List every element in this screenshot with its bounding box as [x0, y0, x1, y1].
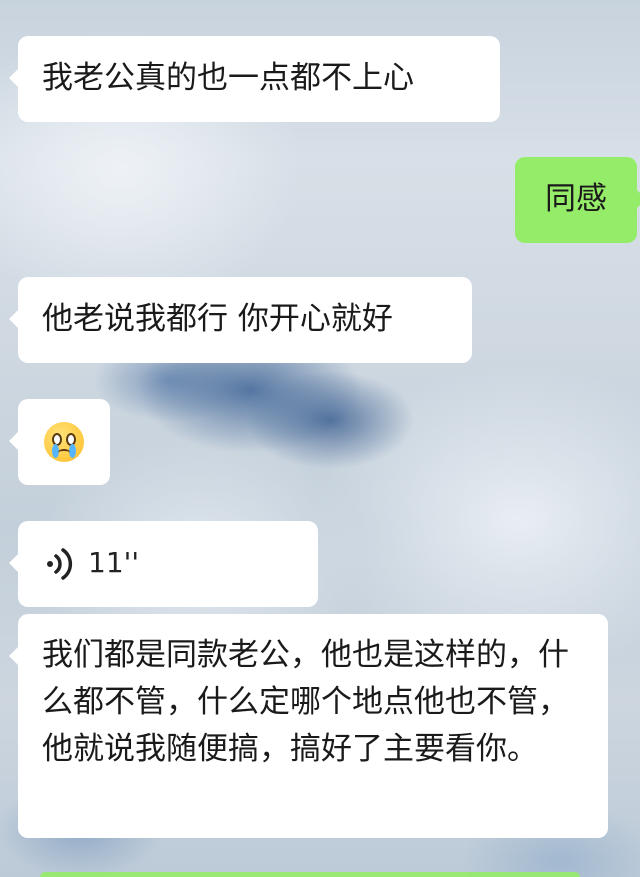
voice-duration: 11'' — [88, 546, 140, 579]
next-outgoing-bubble-edge — [40, 872, 580, 877]
message-text: 他老说我都行 你开心就好 — [42, 301, 393, 337]
message-text: 同感 — [545, 181, 607, 217]
chat-bubble-emoji[interactable] — [9, 399, 110, 485]
chat-bubble-incoming[interactable]: 我老公真的也一点都不上心 — [9, 36, 500, 122]
message-text: 我们都是同款老公，他也是这样的，什么都不管，什么定哪个地点他也不管，他就说我随便… — [42, 637, 569, 767]
crying-face-emoji-icon — [44, 422, 84, 462]
chat-bubble-incoming[interactable]: 他老说我都行 你开心就好 — [9, 277, 472, 363]
emoji-tear-right — [69, 444, 76, 458]
emoji-mouth — [58, 449, 70, 456]
chat-bubble-incoming[interactable]: 我们都是同款老公，他也是这样的，什么都不管，什么定哪个地点他也不管，他就说我随便… — [9, 614, 608, 838]
voice-wave-icon — [47, 548, 73, 580]
chat-bubble-outgoing[interactable]: 同感 — [515, 157, 640, 243]
message-text: 我老公真的也一点都不上心 — [42, 60, 414, 96]
chat-bubble-voice[interactable]: 11'' — [9, 521, 318, 607]
